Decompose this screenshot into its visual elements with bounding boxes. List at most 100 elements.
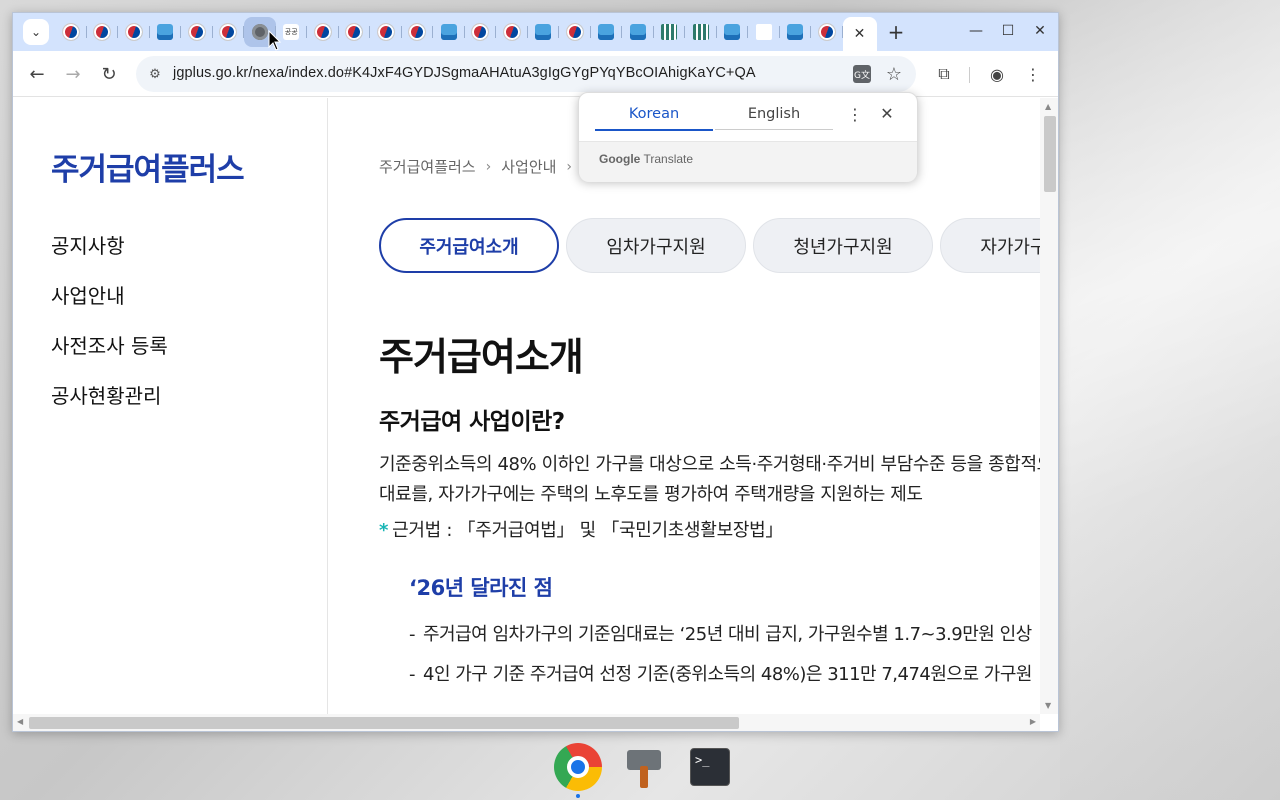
arrow-right-icon: → (65, 63, 81, 85)
browser-tab[interactable] (181, 17, 213, 47)
reload-button[interactable]: ↻ (95, 60, 123, 88)
browser-tab[interactable] (213, 17, 245, 47)
browser-tab[interactable] (370, 17, 402, 47)
lh-favicon-icon (629, 24, 646, 40)
vertical-scrollbar[interactable]: ▲ ▼ (1040, 98, 1058, 714)
taeguk-favicon-icon (94, 24, 111, 40)
tab-search-button[interactable]: ⌄ (23, 19, 49, 45)
taeguk-favicon-icon (472, 24, 489, 40)
browser-tab[interactable] (433, 17, 465, 47)
list-item-text: 주거급여 임차가구의 기준임대료는 ‘25년 대비 급지, 가구원수별 1.7~… (423, 624, 1032, 645)
translate-tab-korean[interactable]: Korean (595, 106, 713, 131)
back-button[interactable]: ← (23, 60, 51, 88)
legal-basis-text: 근거법 : 「주거급여법」 및 「국민기초생활보장법」 (392, 520, 784, 541)
forward-button[interactable]: → (59, 60, 87, 88)
scroll-down-icon[interactable]: ▼ (1045, 701, 1051, 710)
browser-window: ⌄ 공공 ✕ + — ☐ ✕ ← → ↻ ⚙ jgplus.go.kr/nexa/… (12, 12, 1059, 732)
description-line: 대료를, 자가가구에는 주택의 노후도를 평가하여 주택개량을 지원하는 제도 (379, 484, 923, 505)
more-menu-icon[interactable]: ⋮ (1020, 61, 1046, 87)
taeguk-favicon-icon (566, 24, 583, 40)
profile-icon[interactable]: ◉ (984, 61, 1010, 87)
minimize-button[interactable]: — (964, 17, 988, 45)
tab-list: 공공 ✕ (55, 17, 877, 51)
hammer-icon (625, 746, 663, 788)
sidebar-item-notice[interactable]: 공지사항 (51, 231, 168, 281)
list-item: - 주거급여 임차가구의 기준임대료는 ‘25년 대비 급지, 가구원수별 1.7… (409, 624, 1032, 645)
tab-housing-benefit-intro[interactable]: 주거급여소개 (379, 218, 559, 273)
horizontal-scroll-thumb[interactable] (29, 717, 739, 729)
close-tab-icon[interactable]: ✕ (854, 26, 866, 42)
tab-strip: ⌄ 공공 ✕ + — ☐ ✕ (13, 13, 1058, 51)
new-tab-button[interactable]: + (883, 19, 909, 45)
browser-tab[interactable] (685, 17, 717, 47)
sidebar-item-presurvey[interactable]: 사전조사 등록 (51, 331, 168, 381)
breadcrumb-home[interactable]: 주거급여플러스 (379, 156, 476, 177)
breadcrumb: 주거급여플러스 › 사업안내 › (379, 156, 582, 177)
address-bar[interactable]: ⚙ jgplus.go.kr/nexa/index.do#K4JxF4GYDJS… (136, 56, 916, 92)
translate-icon[interactable]: G文 (850, 62, 874, 86)
sidebar-item-construction[interactable]: 공사현황관리 (51, 381, 168, 431)
tab-renter-support[interactable]: 임차가구지원 (566, 218, 746, 273)
close-icon[interactable]: ✕ (877, 104, 897, 123)
browser-tab[interactable] (402, 17, 434, 47)
browser-tab[interactable] (654, 17, 686, 47)
description-line: 기준중위소득의 48% 이하인 가구를 대상으로 소득·주거형태·주거비 부담수… (379, 454, 1040, 475)
browser-tab[interactable] (55, 17, 87, 47)
bars-favicon-icon (661, 24, 678, 40)
url-text[interactable]: jgplus.go.kr/nexa/index.do#K4JxF4GYDJSgm… (173, 65, 756, 81)
site-info-icon[interactable]: ⚙ (146, 65, 164, 83)
translate-footer: Google Translate (579, 141, 917, 182)
close-window-button[interactable]: ✕ (1028, 17, 1052, 45)
browser-tab[interactable] (591, 17, 623, 47)
browser-tab[interactable] (87, 17, 119, 47)
chrome-taskbar-button[interactable] (553, 742, 603, 798)
bars-favicon-icon (692, 24, 709, 40)
browser-tab[interactable] (717, 17, 749, 47)
browser-tab[interactable] (622, 17, 654, 47)
translate-tab-english[interactable]: English (715, 106, 833, 130)
browser-tab[interactable] (118, 17, 150, 47)
mouse-cursor-icon (268, 29, 282, 56)
sidebar: 주거급여플러스 공지사항 사업안내 사전조사 등록 공사현황관리 (13, 98, 328, 714)
tool-taskbar-button[interactable] (619, 742, 669, 792)
bookmark-star-icon[interactable]: ☆ (882, 62, 906, 86)
window-controls: — ☐ ✕ (964, 17, 1052, 45)
lh-favicon-icon (535, 24, 552, 40)
browser-tab[interactable] (528, 17, 560, 47)
site-logo[interactable]: 주거급여플러스 (51, 144, 245, 189)
maximize-button[interactable]: ☐ (996, 17, 1020, 45)
browser-tab[interactable] (339, 17, 371, 47)
more-options-icon[interactable]: ⋮ (845, 105, 865, 124)
browser-tab[interactable] (496, 17, 528, 47)
breadcrumb-business[interactable]: 사업안내 (501, 156, 556, 177)
vertical-scroll-thumb[interactable] (1044, 116, 1056, 192)
tab-youth-support[interactable]: 청년가구지원 (753, 218, 933, 273)
horizontal-scrollbar[interactable]: ◀ ▶ (13, 714, 1040, 731)
browser-tab[interactable] (559, 17, 591, 47)
chevron-right-icon: › (566, 158, 573, 175)
desktop-background (1060, 0, 1280, 800)
scroll-right-icon[interactable]: ▶ (1030, 717, 1036, 726)
taeguk-favicon-icon (818, 24, 835, 40)
text-favicon-icon: 공공 (283, 24, 300, 40)
taeguk-favicon-icon (220, 24, 237, 40)
extensions-icon[interactable]: ⧉ (931, 61, 957, 87)
browser-tab[interactable] (811, 17, 843, 47)
terminal-taskbar-button[interactable]: >_ (685, 742, 735, 792)
section-heading: 주거급여 사업이란? (379, 409, 565, 435)
browser-tab[interactable] (748, 17, 780, 47)
browser-tab[interactable] (780, 17, 812, 47)
section-tabs: 주거급여소개 임차가구지원 청년가구지원 자가가구지원 (379, 218, 1040, 273)
tab-owner-support[interactable]: 자가가구지원 (940, 218, 1040, 273)
scroll-left-icon[interactable]: ◀ (17, 717, 23, 726)
lh-logo-icon (755, 24, 772, 40)
google-translate-brand: Google Translate (599, 152, 694, 166)
sidebar-item-business[interactable]: 사업안내 (51, 281, 168, 331)
description-paragraph: 기준중위소득의 48% 이하인 가구를 대상으로 소득·주거형태·주거비 부담수… (379, 450, 1040, 510)
browser-tab[interactable] (307, 17, 339, 47)
browser-tab[interactable] (465, 17, 497, 47)
taeguk-favicon-icon (62, 24, 79, 40)
scroll-up-icon[interactable]: ▲ (1045, 102, 1051, 111)
active-browser-tab[interactable]: ✕ (842, 17, 877, 51)
browser-tab[interactable] (150, 17, 182, 47)
